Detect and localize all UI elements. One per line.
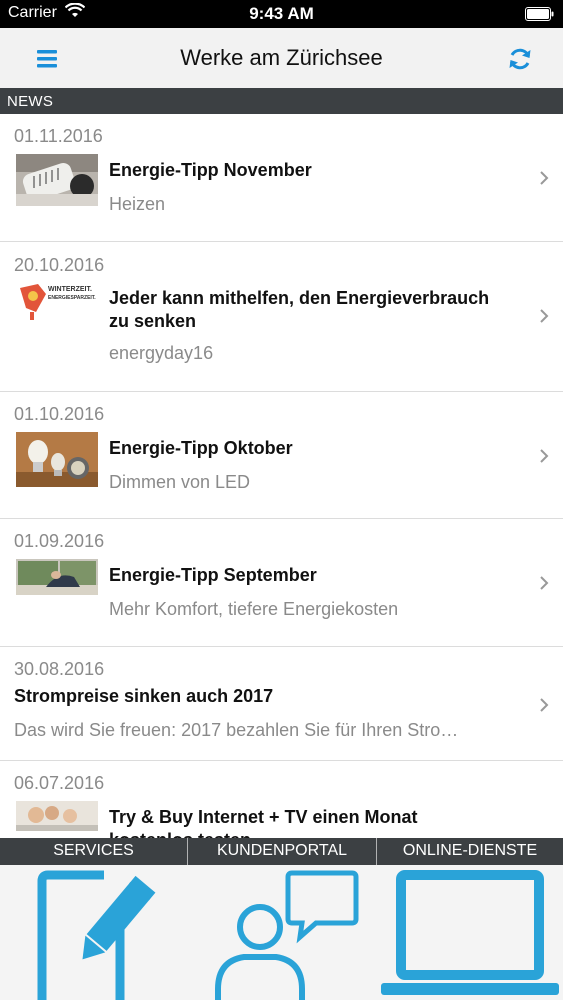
news-item[interactable]: 30.08.2016 Strompreise sinken auch 2017 … bbox=[0, 647, 563, 761]
news-date: 06.07.2016 bbox=[14, 773, 105, 793]
news-item[interactable]: 06.07.2016 Try & Buy Internet + TV einen… bbox=[0, 761, 563, 838]
news-title: Energie-Tipp September bbox=[109, 565, 317, 585]
news-date: 20.10.2016 bbox=[14, 255, 105, 275]
news-title: Strompreise sinken auch 2017 bbox=[14, 686, 274, 706]
tab-services-label[interactable]: SERVICES bbox=[0, 838, 187, 865]
news-thumbnail: WINTERZEIT. ENERGIESPARZEIT. bbox=[16, 282, 98, 334]
page-title: Werke am Zürichsee bbox=[180, 45, 383, 70]
thumbnail-caption: ENERGIESPARZEIT. bbox=[48, 295, 96, 301]
news-title-line: zu senken bbox=[109, 311, 197, 331]
tab-kundenportal-label[interactable]: KUNDENPORTAL bbox=[188, 838, 376, 865]
news-title: Energie-Tipp Oktober bbox=[109, 438, 293, 458]
news-date: 01.11.2016 bbox=[14, 126, 103, 146]
chevron-right-icon bbox=[539, 697, 549, 713]
navigation-bar: Werke am Zürichsee bbox=[0, 28, 563, 88]
refresh-icon[interactable] bbox=[505, 44, 535, 74]
clock: 9:43 AM bbox=[249, 4, 314, 23]
news-date: 30.08.2016 bbox=[14, 659, 105, 679]
news-thumbnail bbox=[16, 559, 98, 595]
edit-document-icon[interactable] bbox=[0, 865, 187, 1000]
chevron-right-icon bbox=[539, 308, 549, 324]
news-subtitle: Dimmen von LED bbox=[109, 472, 251, 492]
news-date: 01.09.2016 bbox=[14, 531, 105, 551]
news-item[interactable]: 20.10.2016 WINTERZEIT. ENERGIESPARZEIT. … bbox=[0, 242, 563, 392]
chevron-right-icon bbox=[539, 448, 549, 464]
news-thumbnail bbox=[16, 801, 98, 831]
news-title: Energie-Tipp November bbox=[109, 160, 312, 180]
news-title-line: Try & Buy Internet + TV einen Monat bbox=[109, 807, 418, 827]
news-item[interactable]: 01.11.2016 Energie-Tipp November Heizen bbox=[0, 114, 563, 242]
tab-labels: SERVICES KUNDENPORTAL ONLINE-DIENSTE bbox=[0, 838, 563, 865]
chevron-right-icon bbox=[539, 575, 549, 591]
news-thumbnail bbox=[16, 432, 98, 487]
news-title: Jeder kann mithelfen, den Energieverbrau… bbox=[109, 287, 529, 333]
news-title-line: Jeder kann mithelfen, den Energieverbrau… bbox=[109, 288, 490, 308]
laptop-icon[interactable] bbox=[377, 865, 563, 1000]
battery-icon bbox=[525, 7, 555, 26]
tab-bar: SERVICES KUNDENPORTAL ONLINE-DIENSTE bbox=[0, 838, 563, 1000]
news-subtitle: energyday16 bbox=[109, 343, 214, 363]
news-subtitle: Heizen bbox=[109, 194, 166, 214]
thumbnail-caption: WINTERZEIT. bbox=[48, 286, 92, 293]
news-item[interactable]: 01.09.2016 Energie-Tipp September Mehr K… bbox=[0, 519, 563, 647]
section-header-news: NEWS bbox=[0, 88, 563, 114]
news-title: Try & Buy Internet + TV einen Monat kost… bbox=[109, 806, 529, 838]
status-bar: Carrier 9:43 AM bbox=[0, 0, 563, 28]
news-date: 01.10.2016 bbox=[14, 404, 105, 424]
news-title-line: kostenlos testen bbox=[109, 829, 529, 838]
news-item[interactable]: 01.10.2016 Energie-Tipp Oktober Dimmen v… bbox=[0, 392, 563, 519]
tab-online-dienste-label[interactable]: ONLINE-DIENSTE bbox=[377, 838, 563, 865]
news-list: 01.11.2016 Energie-Tipp November Heizen … bbox=[0, 114, 563, 838]
user-chat-icon[interactable] bbox=[188, 865, 376, 1000]
chevron-right-icon bbox=[539, 170, 549, 186]
news-subtitle: Mehr Komfort, tiefere Energiekosten bbox=[109, 599, 399, 619]
news-thumbnail bbox=[16, 154, 98, 206]
news-subtitle: Das wird Sie freuen: 2017 bezahlen Sie f… bbox=[14, 720, 459, 740]
